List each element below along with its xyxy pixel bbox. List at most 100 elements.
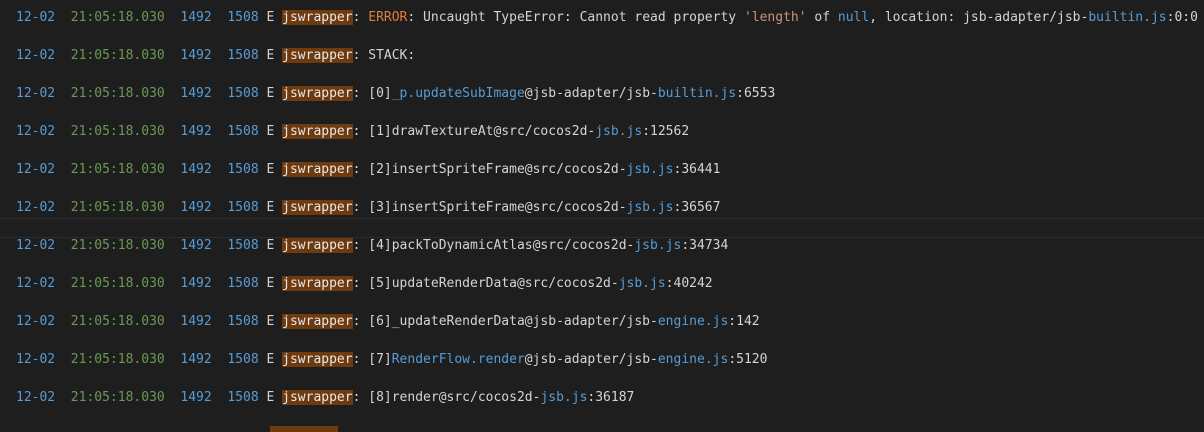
log-error-keyword: ERROR [368, 10, 408, 25]
log-level: E [266, 200, 275, 215]
log-file-name: engine.js [657, 352, 729, 367]
log-separator: : [352, 276, 369, 291]
log-time: 21:05:18.030 [70, 124, 165, 139]
log-line-number: :6553 [736, 86, 776, 101]
log-file-name: jsb.js [626, 162, 674, 177]
log-output-panel[interactable]: 12-02 21:05:18.030 1492 1508 E jswrapper… [0, 0, 1204, 432]
log-level: E [266, 238, 275, 253]
log-tag-partial [270, 426, 338, 432]
log-message-part: [2]insertSpriteFrame@src/cocos2d- [368, 162, 627, 177]
log-pid: 1492 [180, 314, 212, 329]
log-tag: jswrapper [282, 238, 353, 253]
log-line[interactable]: 12-02 21:05:18.030 1492 1508 E jswrapper… [16, 388, 634, 408]
log-pid: 1492 [180, 390, 212, 405]
log-pid: 1492 [180, 276, 212, 291]
log-pid: 1492 [180, 162, 212, 177]
log-level: E [266, 10, 275, 25]
log-level: E [266, 390, 275, 405]
log-date: 12-02 [16, 86, 56, 101]
log-pid: 1492 [180, 352, 212, 367]
log-message-part: [7] [368, 352, 392, 367]
log-line[interactable]: 12-02 21:05:18.030 1492 1508 E jswrapper… [16, 274, 713, 294]
log-pid: 1492 [180, 10, 212, 25]
log-date: 12-02 [16, 124, 56, 139]
log-null-keyword: null [837, 10, 870, 25]
log-tag: jswrapper [282, 162, 353, 177]
log-separator: : [352, 124, 369, 139]
log-line[interactable]: 12-02 21:05:18.030 1492 1508 E jswrapper… [16, 46, 415, 66]
log-tag: jswrapper [282, 352, 353, 367]
log-file-name: jsb.js [540, 390, 588, 405]
log-tag: jswrapper [282, 86, 353, 101]
log-pid: 1492 [180, 86, 212, 101]
log-tid: 1508 [227, 238, 259, 253]
log-message-part: [5]updateRenderData@src/cocos2d- [368, 276, 619, 291]
log-line-number: :34734 [681, 238, 729, 253]
log-message-part: [4]packToDynamicAtlas@src/cocos2d- [368, 238, 635, 253]
log-time: 21:05:18.030 [70, 276, 165, 291]
log-line-number: :36567 [673, 200, 721, 215]
log-level: E [266, 314, 275, 329]
log-pid: 1492 [180, 48, 212, 63]
log-pid: 1492 [180, 124, 212, 139]
log-message-part: STACK: [368, 48, 416, 63]
log-level: E [266, 86, 275, 101]
log-date: 12-02 [16, 314, 56, 329]
log-date: 12-02 [16, 200, 56, 215]
log-line[interactable]: 12-02 21:05:18.030 1492 1508 E jswrapper… [16, 84, 775, 104]
log-tid: 1508 [227, 48, 259, 63]
log-separator: : [352, 238, 369, 253]
log-time: 21:05:18.030 [70, 200, 165, 215]
log-date: 12-02 [16, 162, 56, 177]
log-tid: 1508 [227, 314, 259, 329]
log-line-number: :36187 [587, 390, 635, 405]
log-time: 21:05:18.030 [70, 314, 165, 329]
log-tag: jswrapper [282, 276, 353, 291]
log-tag: jswrapper [282, 48, 353, 63]
log-message-part: [6]_updateRenderData@jsb-adapter/jsb- [368, 314, 658, 329]
log-separator: : [352, 314, 369, 329]
log-string-literal: 'length' [743, 10, 807, 25]
log-date: 12-02 [16, 238, 56, 253]
log-separator: : [352, 200, 369, 215]
log-tid: 1508 [227, 86, 259, 101]
log-pid: 1492 [180, 238, 212, 253]
log-line[interactable]: 12-02 21:05:18.030 1492 1508 E jswrapper… [16, 8, 1198, 28]
log-tid: 1508 [227, 352, 259, 367]
log-message-part: [8]render@src/cocos2d- [368, 390, 541, 405]
log-file-name: jsb.js [626, 200, 674, 215]
log-line-number: :40242 [665, 276, 713, 291]
log-tag: jswrapper [282, 200, 353, 215]
log-line[interactable]: 12-02 21:05:18.030 1492 1508 E jswrapper… [16, 160, 720, 180]
log-line[interactable]: 12-02 21:05:18.030 1492 1508 E jswrapper… [16, 198, 720, 218]
log-time: 21:05:18.030 [70, 352, 165, 367]
log-separator: : [352, 352, 369, 367]
log-level: E [266, 162, 275, 177]
log-message-part: [0] [368, 86, 392, 101]
log-level: E [266, 48, 275, 63]
log-tag: jswrapper [282, 314, 353, 329]
log-message-part: [1]drawTextureAt@src/cocos2d- [368, 124, 596, 139]
log-date: 12-02 [16, 48, 56, 63]
log-message-part: @jsb-adapter/jsb- [524, 86, 658, 101]
log-date: 12-02 [16, 276, 56, 291]
log-separator: : [352, 10, 369, 25]
log-line[interactable]: 12-02 21:05:18.030 1492 1508 E jswrapper… [16, 122, 689, 142]
log-level: E [266, 352, 275, 367]
log-line[interactable]: 12-02 21:05:18.030 1492 1508 E jswrapper… [16, 312, 760, 332]
log-message-part: @jsb-adapter/jsb- [524, 352, 658, 367]
log-tag: jswrapper [282, 124, 353, 139]
log-tid: 1508 [227, 124, 259, 139]
log-message-part: , location: jsb-adapter/jsb- [869, 10, 1089, 25]
log-line[interactable]: 12-02 21:05:18.030 1492 1508 E jswrapper… [16, 350, 767, 370]
log-line[interactable]: 12-02 21:05:18.030 1492 1508 E jswrapper… [16, 236, 728, 256]
log-function-name: RenderFlow.render [391, 352, 525, 367]
log-tid: 1508 [227, 200, 259, 215]
log-tid: 1508 [227, 162, 259, 177]
log-file-name: engine.js [657, 314, 729, 329]
log-separator: : [352, 162, 369, 177]
log-time: 21:05:18.030 [70, 238, 165, 253]
log-time: 21:05:18.030 [70, 86, 165, 101]
log-tid: 1508 [227, 276, 259, 291]
log-tag: jswrapper [282, 10, 353, 25]
